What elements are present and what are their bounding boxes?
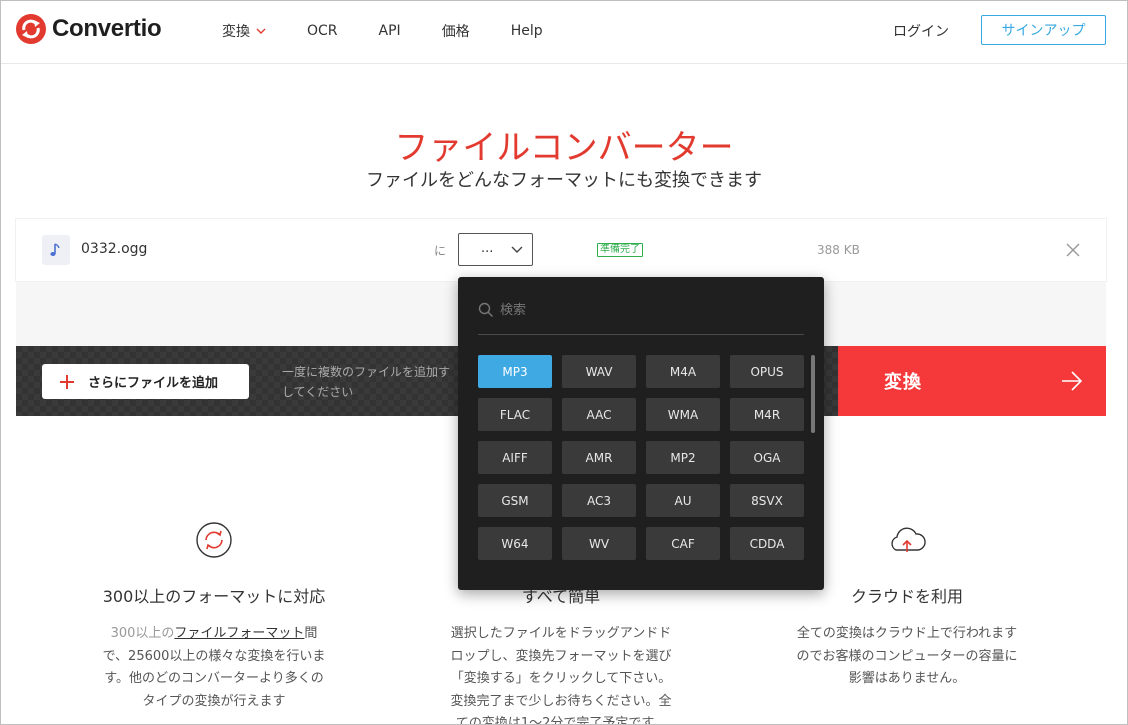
add-files-hint: 一度に複数のファイルを追加す してください xyxy=(282,362,462,402)
hint-line: してください xyxy=(282,385,354,399)
format-option-wav[interactable]: WAV xyxy=(562,355,636,388)
add-files-label: さらにファイルを追加 xyxy=(88,376,219,391)
nav-api-label: API xyxy=(378,23,401,39)
format-search xyxy=(478,299,804,335)
nav-pricing-label: 価格 xyxy=(441,24,470,40)
page-subtitle: ファイルをどんなフォーマットにも変換できます xyxy=(366,170,762,191)
main-nav: 変換 OCR API 価格 Help xyxy=(222,21,584,41)
file-name: 0332.ogg xyxy=(81,241,148,257)
desc-text: 300以上の xyxy=(110,626,175,641)
format-dropdown: MP3 WAV M4A OPUS FLAC AAC WMA M4R AIFF AMR MP2 OGA G… xyxy=(458,277,824,590)
convert-label: 変換 xyxy=(884,372,922,393)
nav-api[interactable]: API xyxy=(379,21,401,41)
file-type-badge xyxy=(42,235,70,265)
format-option-aiff[interactable]: AIFF xyxy=(478,441,552,474)
desc-line: 影響はありません。 xyxy=(848,671,966,686)
search-icon xyxy=(478,302,493,317)
desc-line: 変換完了まで少しお待ちください。全 xyxy=(450,693,672,709)
format-option-opus[interactable]: OPUS xyxy=(730,355,804,388)
logo[interactable]: Convertio xyxy=(16,14,162,44)
target-format-select[interactable]: ... xyxy=(458,233,533,266)
selected-format: ... xyxy=(481,241,494,256)
format-option-gsm[interactable]: GSM xyxy=(478,484,552,517)
format-search-input[interactable] xyxy=(500,299,800,321)
format-option-m4a[interactable]: M4A xyxy=(646,355,720,388)
login-link[interactable]: ログイン xyxy=(893,21,949,41)
format-option-cdda[interactable]: CDDA xyxy=(730,527,804,560)
nav-convert[interactable]: 変換 xyxy=(222,21,266,41)
feature-description: 選択したファイルをドラッグアンドド ロップし、変換先フォーマットを選び 「変換す… xyxy=(411,623,711,725)
page-title: ファイルコンバーター xyxy=(394,128,734,168)
desc-line: ロップし、変換先フォーマットを選び xyxy=(450,648,672,664)
feature-description: 全ての変換はクラウド上で行われます のでお客様のコンピューターの容量に 影響はあ… xyxy=(757,623,1057,691)
top-header: Convertio 変換 OCR API 価格 Help ログイン サインアップ xyxy=(0,0,1128,64)
file-size: 388 KB xyxy=(817,243,860,257)
format-option-m4r[interactable]: M4R xyxy=(730,398,804,431)
format-option-mp2[interactable]: MP2 xyxy=(646,441,720,474)
feature-formats: 300以上のフォーマットに対応 300以上のファイルフォーマット間 で、2560… xyxy=(64,520,364,713)
desc-line: す。他のどのコンバーターより多くの xyxy=(104,671,324,686)
nav-convert-label: 変換 xyxy=(222,24,250,40)
arrow-right-icon xyxy=(1062,371,1083,391)
desc-line: タイプの変換が行えます xyxy=(142,693,286,709)
close-icon[interactable] xyxy=(1065,242,1081,258)
format-grid: MP3 WAV M4A OPUS FLAC AAC WMA M4R AIFF AMR MP2 OGA G… xyxy=(478,355,808,560)
chevron-down-icon xyxy=(256,28,266,34)
desc-line: 「変換する」をクリックして下さい。 xyxy=(450,671,672,686)
to-label: に xyxy=(434,244,447,258)
convertio-logo-icon xyxy=(16,14,46,44)
format-option-aac[interactable]: AAC xyxy=(562,398,636,431)
nav-help[interactable]: Help xyxy=(511,21,543,41)
plus-icon xyxy=(60,374,74,389)
nav-ocr[interactable]: OCR xyxy=(307,21,338,41)
format-option-flac[interactable]: FLAC xyxy=(478,398,552,431)
scrollbar[interactable] xyxy=(811,355,815,433)
desc-line: 300以上のファイルフォーマット間 xyxy=(64,623,364,646)
desc-line: 全ての変換はクラウド上で行われます xyxy=(796,626,1018,641)
feature-description: 300以上のファイルフォーマット間 で、25600以上の様々な変換を行いま す。… xyxy=(64,623,364,713)
status-badge: 準備完了 xyxy=(597,243,643,257)
add-more-files-button[interactable]: さらにファイルを追加 xyxy=(42,364,249,399)
desc-line: のでお客様のコンピューターの容量に xyxy=(796,648,1018,664)
format-option-oga[interactable]: OGA xyxy=(730,441,804,474)
desc-line: ての変換は1〜2分で完了予定です。 xyxy=(455,716,667,725)
file-row: 0332.ogg に ... 準備完了 388 KB xyxy=(16,219,1106,281)
logo-text: Convertio xyxy=(52,15,162,42)
file-formats-link[interactable]: ファイルフォーマット xyxy=(174,626,304,641)
cloud-upload-icon xyxy=(891,527,926,552)
format-option-amr[interactable]: AMR xyxy=(562,441,636,474)
desc-line: 選択したファイルをドラッグアンドド xyxy=(450,626,672,641)
chevron-down-icon xyxy=(511,246,523,253)
format-option-wma[interactable]: WMA xyxy=(646,398,720,431)
format-option-ac3[interactable]: AC3 xyxy=(562,484,636,517)
refresh-cycle-icon xyxy=(196,522,232,558)
nav-pricing[interactable]: 価格 xyxy=(442,21,470,41)
feature-title: 300以上のフォーマットに対応 xyxy=(102,587,326,606)
hint-line: 一度に複数のファイルを追加す xyxy=(282,365,451,379)
format-option-8svx[interactable]: 8SVX xyxy=(730,484,804,517)
desc-text: 間 xyxy=(304,626,318,641)
format-option-caf[interactable]: CAF xyxy=(646,527,720,560)
desc-line: で、25600以上の様々な変換を行いま xyxy=(102,648,326,664)
music-note-icon xyxy=(50,243,60,256)
nav-help-label: Help xyxy=(510,23,543,39)
format-option-mp3[interactable]: MP3 xyxy=(478,355,552,388)
nav-ocr-label: OCR xyxy=(307,23,338,39)
format-option-w64[interactable]: W64 xyxy=(478,527,552,560)
format-option-au[interactable]: AU xyxy=(646,484,720,517)
format-option-wv[interactable]: WV xyxy=(562,527,636,560)
convert-button[interactable]: 変換 xyxy=(838,346,1106,416)
signup-button[interactable]: サインアップ xyxy=(981,15,1106,45)
